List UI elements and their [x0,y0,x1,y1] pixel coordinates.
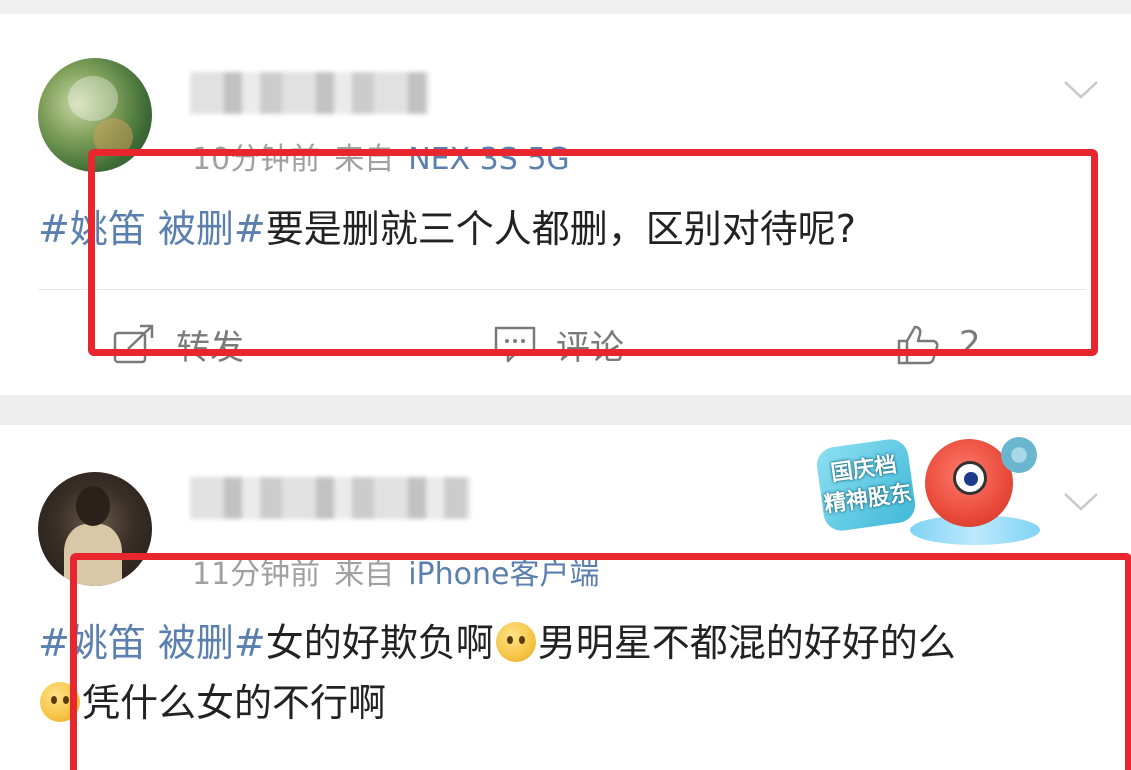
avatar[interactable] [38,472,152,586]
post-meta: 11分钟前 来自 iPhone客户端 [192,549,599,593]
from-label: 来自 [334,557,395,592]
repost-icon [113,324,154,364]
repost-button[interactable]: 转发 [112,319,244,369]
promo-badge[interactable]: 国庆档 精神股东 [814,435,1055,547]
top-separator [0,0,1131,14]
repost-label: 转发 [176,327,244,368]
post-actions: 转发 评论 2 [0,319,1131,369]
like-icon [897,325,939,365]
cry-emoji-icon [40,682,80,722]
chevron-down-icon[interactable] [1061,69,1101,109]
avatar[interactable] [38,58,152,172]
chevron-down-icon[interactable] [1061,481,1101,521]
avatar-image-detail [68,76,118,121]
post-meta: 10分钟前 来自 NEX 3S 5G [192,134,570,178]
post-device[interactable]: NEX 3S 5G [408,142,569,177]
like-count: 2 [959,324,981,364]
like-button[interactable]: 2 [895,319,981,369]
username-blurred[interactable] [190,72,430,114]
comment-icon [494,326,536,363]
post-time: 11分钟前 [192,557,321,592]
post-text-1: 女的好欺负啊 [265,621,494,665]
weibo-feed: 10分钟前 来自 NEX 3S 5G #姚笛 被删#要是删就三个人都删，区别对待呢?… [0,0,1131,770]
feed-post[interactable]: 国庆档 精神股东 11分钟前 来自 iPhone客户端 #姚笛 被删#女的好欺负啊男… [0,425,1131,770]
promo-badge-label: 国庆档 精神股东 [814,437,918,533]
post-text: 要是删就三个人都删，区别对待呢? [265,207,856,251]
mascot-icon [925,439,1013,527]
post-text-3: 凭什么女的不行啊 [82,681,387,725]
from-label: 来自 [334,142,395,177]
comment-label: 评论 [556,327,624,368]
avatar-image-detail [93,118,133,156]
username-blurred[interactable] [190,477,470,519]
hashtag-link[interactable]: #姚笛 被删# [38,207,266,251]
post-content: #姚笛 被删#要是删就三个人都删，区别对待呢? [38,199,1101,259]
post-text-2: 男明星不都混的好好的么 [537,621,956,665]
post-device[interactable]: iPhone客户端 [408,557,599,592]
avatar-image-detail [64,524,122,586]
post-time: 10分钟前 [192,142,321,177]
avatar-image-detail [76,486,110,526]
post-content: #姚笛 被删#女的好欺负啊 男明星不都混的好好的么凭什么女的不行啊 [38,613,1101,733]
film-reel-icon [1001,437,1037,473]
post-separator [0,395,1131,425]
hashtag-link[interactable]: #姚笛 被删# [38,621,266,665]
comment-button[interactable]: 评论 [492,319,624,369]
feed-post[interactable]: 10分钟前 来自 NEX 3S 5G #姚笛 被删#要是删就三个人都删，区别对待呢?… [0,14,1131,395]
divider [38,289,1086,290]
doubt-emoji-icon [495,622,536,662]
